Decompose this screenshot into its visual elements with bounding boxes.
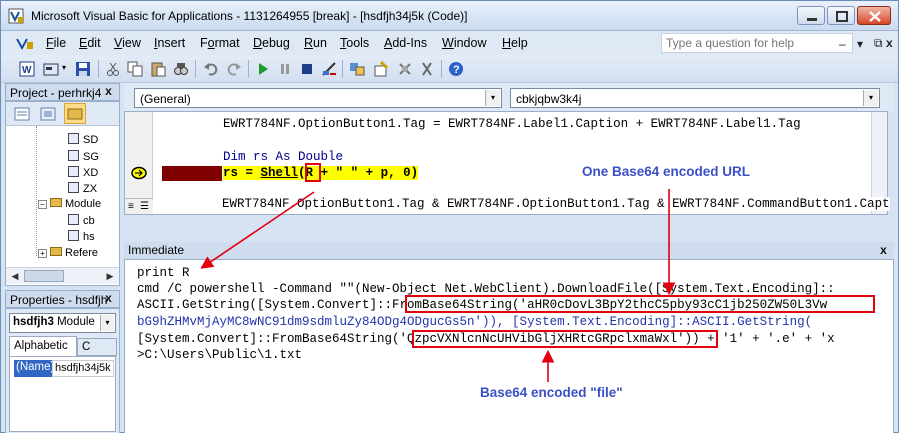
annotation-file-label: Base64 encoded "file" [480, 385, 623, 400]
annotation-url-label: One Base64 encoded URL [580, 164, 753, 179]
annotation-arrows [200, 189, 676, 382]
vba-window: Microsoft Visual Basic for Applications … [0, 0, 899, 433]
arrow-r-to-print [200, 191, 315, 269]
